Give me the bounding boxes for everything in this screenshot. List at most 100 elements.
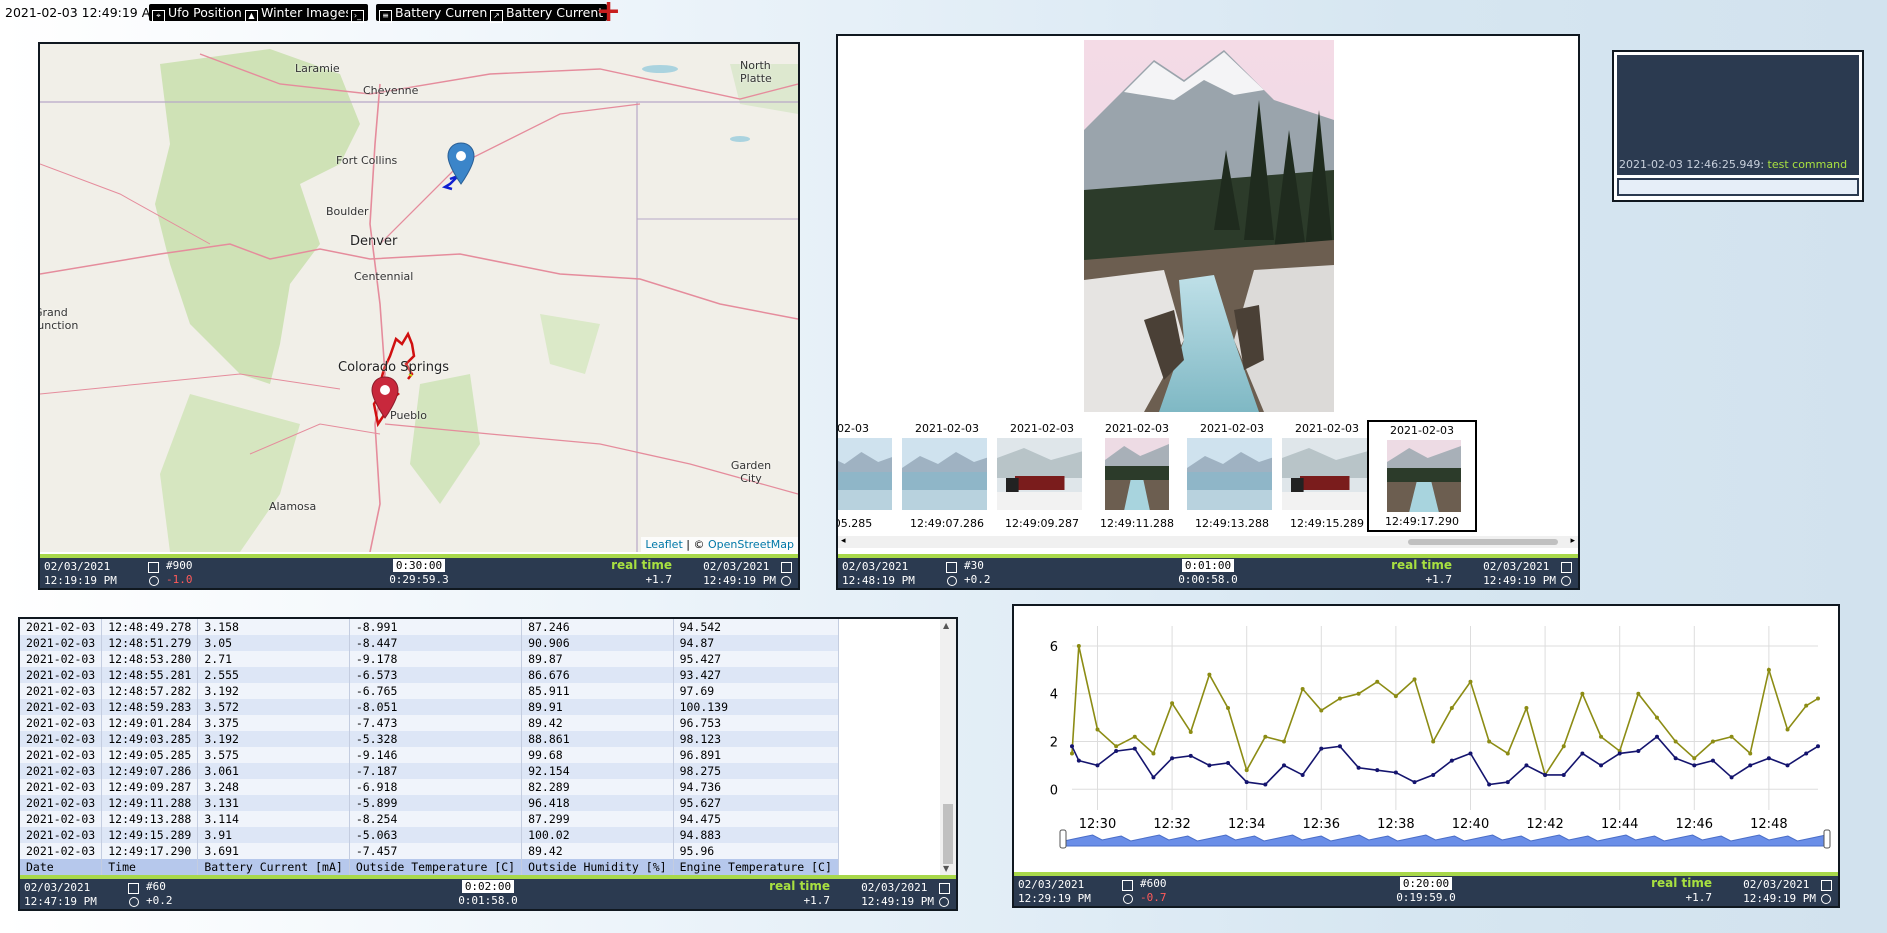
calendar-icon[interactable] (1821, 880, 1832, 891)
data-point (1263, 734, 1268, 739)
table-cell: -8.447 (349, 635, 523, 651)
data-table-container[interactable]: 2021-02-03 12:48:49.278 3.158 -8.991 87.246 9… (20, 619, 940, 875)
scroll-left-icon[interactable]: ◂ (841, 536, 846, 546)
table-row[interactable]: 2021-02-03 12:48:51.279 3.05 -8.447 90.906 94… (20, 635, 839, 651)
image-thumbnail[interactable]: 2021-02-03 12:49:13.288 (1177, 420, 1287, 532)
data-point (1785, 763, 1790, 768)
clock-icon[interactable] (1821, 894, 1831, 904)
table-cell: 12:48:53.280 (101, 651, 199, 667)
window-control: 0:20:00 0:19:59.0 (1014, 877, 1838, 905)
data-point (1561, 772, 1566, 777)
table-row[interactable]: 2021-02-03 12:49:03.285 3.192 -5.328 88.861 9… (20, 731, 839, 747)
console-input[interactable] (1617, 178, 1859, 196)
range-handle-right-icon[interactable] (1823, 829, 1831, 849)
ufo-position-button[interactable]: ⌖ Ufo Position (149, 4, 246, 23)
y-tick-label: 6 (1050, 640, 1058, 655)
table-row[interactable]: 2021-02-03 12:48:55.281 2.555 -6.573 86.676 9… (20, 667, 839, 683)
scrollbar-thumb[interactable] (943, 804, 953, 864)
column-header[interactable]: Engine Temperature [C] (673, 859, 839, 875)
real-time-toggle[interactable]: real time (1391, 558, 1452, 572)
table-row[interactable]: 2021-02-03 12:49:07.286 3.061 -7.187 92.154 9… (20, 763, 839, 779)
real-time-toggle[interactable]: real time (611, 558, 672, 572)
data-point (1505, 751, 1510, 756)
scroll-up-icon[interactable]: ▲ (943, 621, 949, 630)
data-point (1449, 758, 1454, 763)
winter-images-button[interactable]: ▲ Winter Images (242, 4, 356, 23)
thumbnail-time: 12:49:11.288 (1100, 517, 1174, 530)
thumbnail-scrollbar[interactable]: ◂ ▸ (838, 536, 1578, 548)
clock-icon[interactable] (1561, 576, 1571, 586)
x-tick-label: 12:42 (1526, 817, 1563, 832)
image-thumbnail[interactable]: 2021-02-03 12:49:11.288 (1082, 420, 1192, 532)
table-row[interactable]: 2021-02-03 12:49:17.290 3.691 -7.457 89.42 95… (20, 843, 839, 859)
table-row[interactable]: 2021-02-03 12:48:49.278 3.158 -8.991 87.246 9… (20, 619, 839, 635)
window-size-input[interactable]: 0:01:00 (1181, 559, 1235, 572)
thumbnail-image (902, 438, 992, 510)
thumbnail-time: 12:49:15.289 (1290, 517, 1364, 530)
map-city-label: Colorado Springs (338, 360, 449, 375)
map-canvas[interactable]: Laramie Cheyenne North Platte Fort Colli… (40, 44, 798, 552)
blue-map-marker-icon[interactable] (446, 142, 476, 186)
table-row[interactable]: 2021-02-03 12:48:53.280 2.71 -9.178 89.87 95.… (20, 651, 839, 667)
clock-icon[interactable] (939, 897, 949, 907)
add-panel-button[interactable]: + (596, 0, 621, 27)
battery-current-table-button[interactable]: ≡ Battery Current (376, 4, 497, 23)
column-header[interactable]: Outside Temperature [C] (349, 859, 523, 875)
column-header[interactable]: Battery Current [mA] (197, 859, 350, 875)
map-pin-icon: ⌖ (152, 10, 165, 23)
table-row[interactable]: 2021-02-03 12:49:05.285 3.575 -9.146 99.68 96… (20, 747, 839, 763)
data-point (1816, 744, 1820, 749)
scrollbar-thumb[interactable] (1408, 539, 1558, 545)
console-button[interactable]: ›_ (348, 4, 368, 23)
calendar-icon[interactable] (939, 883, 950, 894)
table-cell: 96.418 (521, 795, 674, 811)
end-date[interactable]: 02/03/2021 12:49:19 PM (861, 881, 934, 909)
window-size-input[interactable]: 0:02:00 (461, 880, 515, 893)
calendar-icon[interactable] (1561, 562, 1572, 573)
window-size-input[interactable]: 0:20:00 (1399, 877, 1453, 890)
column-header[interactable]: Outside Humidity [%] (521, 859, 674, 875)
window-size-input[interactable]: 0:30:00 (392, 559, 446, 572)
table-cell: 100.139 (673, 699, 839, 715)
table-cell: 98.275 (673, 763, 839, 779)
end-date[interactable]: 02/03/2021 12:49:19 PM (703, 560, 776, 588)
data-point (1170, 701, 1175, 706)
end-date[interactable]: 02/03/2021 12:49:19 PM (1743, 878, 1816, 906)
image-thumbnail[interactable]: 2021-02-03 12:49:17.290 (1367, 420, 1477, 532)
series-line-0 (1071, 645, 1819, 777)
table-cell: 3.572 (197, 699, 350, 715)
line-chart[interactable]: 0 2 4 6 12:30 12:32 12:34 12:36 12:38 12:40 12:42 1… (1014, 606, 1838, 870)
battery-current-chart-button[interactable]: ↗ Battery Current (487, 4, 608, 23)
table-scrollbar[interactable]: ▲ ▼ (940, 619, 956, 875)
real-time-toggle[interactable]: real time (1651, 876, 1712, 890)
image-thumbnail[interactable]: 2021-02-03 12:49:07.286 (892, 420, 1002, 532)
real-time-toggle[interactable]: real time (769, 879, 830, 893)
column-header[interactable]: Time (101, 859, 199, 875)
image-thumbnail[interactable]: 2021-02-03 12:49:15.289 (1272, 420, 1382, 532)
calendar-icon[interactable] (781, 562, 792, 573)
table-row[interactable]: 2021-02-03 12:48:59.283 3.572 -8.051 89.91 10… (20, 699, 839, 715)
scroll-down-icon[interactable]: ▼ (943, 864, 949, 873)
column-header[interactable]: Date (20, 859, 103, 875)
data-point (1076, 643, 1081, 648)
clock-icon[interactable] (781, 576, 791, 586)
data-point (1375, 679, 1380, 684)
data-point (1114, 744, 1119, 749)
scroll-right-icon[interactable]: ▸ (1570, 536, 1575, 546)
table-row[interactable]: 2021-02-03 12:49:11.288 3.131 -5.899 96.418 9… (20, 795, 839, 811)
openstreetmap-link[interactable]: OpenStreetMap (708, 538, 794, 551)
table-row[interactable]: 2021-02-03 12:49:13.288 3.114 -8.254 87.299 9… (20, 811, 839, 827)
table-row[interactable]: 2021-02-03 12:49:09.287 3.248 -6.918 82.289 9… (20, 779, 839, 795)
table-cell: 93.427 (673, 667, 839, 683)
data-point (1692, 763, 1697, 768)
table-cell: 94.87 (673, 635, 839, 651)
image-thumbnail[interactable]: 2021-02-03 12:49:09.287 (987, 420, 1097, 532)
table-row[interactable]: 2021-02-03 12:49:01.284 3.375 -7.473 89.42 96… (20, 715, 839, 731)
range-handle-left-icon[interactable] (1059, 829, 1067, 849)
data-point (1393, 770, 1398, 775)
map-city-label: Pueblo (390, 409, 427, 422)
end-date[interactable]: 02/03/2021 12:49:19 PM (1483, 560, 1556, 588)
table-row[interactable]: 2021-02-03 12:48:57.282 3.192 -6.765 85.911 9… (20, 683, 839, 699)
table-row[interactable]: 2021-02-03 12:49:15.289 3.91 -5.063 100.02 94… (20, 827, 839, 843)
leaflet-link[interactable]: Leaflet (645, 538, 682, 551)
